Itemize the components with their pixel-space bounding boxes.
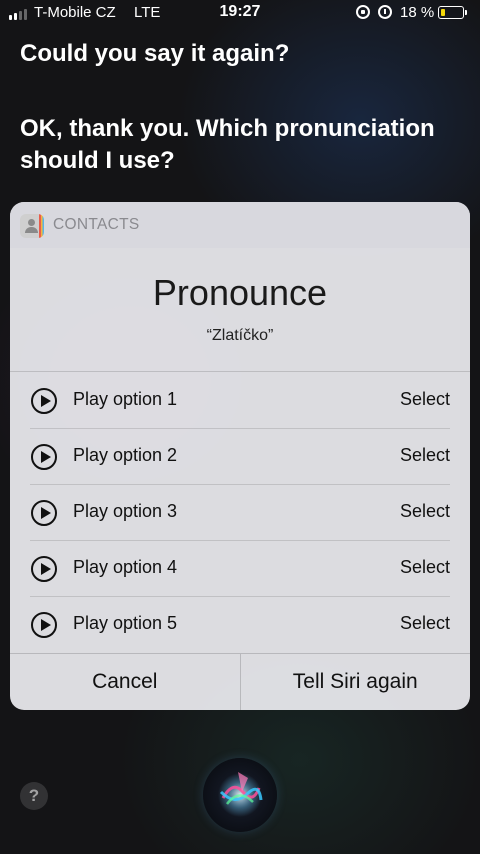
contact-name: “Zlatíčko”: [206, 327, 274, 344]
play-option-label[interactable]: Play option 1: [73, 389, 177, 410]
tell-siri-again-button[interactable]: Tell Siri again: [239, 654, 471, 710]
play-option-label[interactable]: Play option 3: [73, 501, 177, 522]
siri-orb-icon[interactable]: [203, 758, 277, 832]
cancel-button[interactable]: Cancel: [10, 654, 240, 710]
play-icon[interactable]: [31, 556, 57, 582]
status-bar: T-Mobile CZ LTE 19:27 18 %: [0, 0, 480, 28]
select-button[interactable]: Select: [400, 557, 450, 578]
pronunciation-options: Play option 1 Select Play option 2 Selec…: [10, 371, 470, 652]
select-button[interactable]: Select: [400, 389, 450, 410]
play-icon[interactable]: [31, 388, 57, 414]
battery-percentage: 18 %: [400, 4, 435, 21]
option-row: Play option 4 Select: [10, 540, 470, 596]
play-option-label[interactable]: Play option 4: [73, 557, 177, 578]
card-header: CONTACTS: [10, 202, 470, 248]
contacts-app-icon: [20, 214, 44, 238]
card-footer: Cancel Tell Siri again: [10, 653, 470, 710]
alarm-icon: [378, 5, 392, 19]
help-button[interactable]: ?: [20, 782, 48, 810]
battery-tip: [465, 10, 467, 15]
play-icon[interactable]: [31, 500, 57, 526]
play-icon[interactable]: [31, 612, 57, 638]
card-title: Pronounce: [152, 272, 328, 313]
siri-waveform-icon: [218, 772, 263, 817]
battery-icon: [438, 6, 464, 19]
play-icon[interactable]: [31, 444, 57, 470]
battery-level-fill: [440, 8, 445, 16]
select-button[interactable]: Select: [400, 501, 450, 522]
pronounce-card: CONTACTS Pronounce “Zlatíčko” Play optio…: [10, 202, 470, 710]
rotation-lock-icon: [356, 5, 370, 19]
card-app-name: CONTACTS: [53, 216, 140, 233]
option-row: Play option 3 Select: [10, 484, 470, 540]
option-row: Play option 2 Select: [10, 428, 470, 484]
option-row: Play option 5 Select: [10, 596, 470, 652]
play-option-label[interactable]: Play option 2: [73, 445, 177, 466]
select-button[interactable]: Select: [400, 445, 450, 466]
siri-response: OK, thank you. Which pronunciation shoul…: [20, 115, 435, 174]
select-button[interactable]: Select: [400, 613, 450, 634]
siri-question: Could you say it again?: [20, 40, 290, 67]
play-option-label[interactable]: Play option 5: [73, 613, 177, 634]
option-row: Play option 1 Select: [10, 372, 470, 428]
